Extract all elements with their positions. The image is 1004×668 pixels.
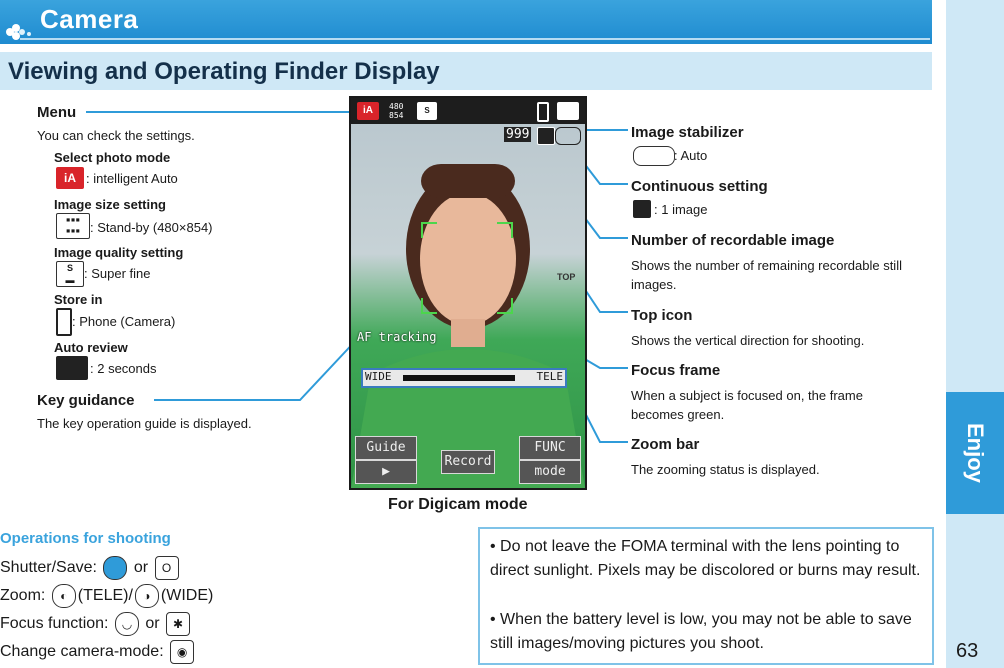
operation-label: Focus function:: [0, 615, 109, 633]
subject-portrait: [351, 164, 585, 488]
page-number: 63: [956, 640, 979, 662]
side-strip: [946, 0, 1004, 668]
focus-frame-corner: [497, 222, 513, 238]
callout-title: Top icon: [631, 307, 693, 324]
callout-desc: When a subject is focused on, the frame …: [631, 388, 863, 422]
play-softkey[interactable]: ▶: [355, 460, 417, 484]
callout-title: Number of recordable image: [631, 232, 835, 249]
operation-label: Zoom:: [0, 587, 46, 605]
note-item: • Do not leave the FOMA terminal with th…: [490, 538, 921, 579]
phone-storage-icon: [537, 102, 549, 122]
callout-title: Zoom bar: [631, 436, 700, 453]
focus-frame-corner: [497, 298, 513, 314]
camera-mode-key-icon: ◉: [170, 640, 195, 664]
image-size-indicator: 480 854: [389, 102, 404, 120]
operation-line: Focus function: ◡ or ✱: [0, 612, 192, 636]
mode-softkey[interactable]: mode: [519, 460, 581, 484]
operation-line: Change camera-mode: ◉: [0, 640, 196, 664]
focus-key-icon: ◡: [114, 612, 139, 636]
auto-review-icon: [557, 102, 579, 120]
zoom-wide-label: WIDE: [365, 370, 392, 383]
top-icon: TOP: [557, 272, 576, 282]
record-softkey[interactable]: Record: [441, 450, 495, 474]
callout-desc: : Auto: [674, 148, 708, 163]
camera-key-icon: O: [154, 556, 179, 580]
super-fine-icon: S: [417, 102, 437, 120]
image-stabilizer-icon: [555, 127, 581, 145]
callout-desc: The zooming status is displayed.: [631, 462, 820, 477]
operation-mid: (TELE)/: [77, 587, 133, 605]
operation-line: Shutter/Save: or O: [0, 556, 181, 580]
status-bar: [351, 98, 585, 124]
operation-mid: or: [140, 615, 165, 633]
focus-frame-corner: [421, 222, 437, 238]
note-item: • When the battery level is low, you may…: [490, 611, 912, 652]
callout-desc: : 1 image: [654, 202, 708, 217]
guide-softkey[interactable]: Guide: [355, 436, 417, 460]
callout-title: Continuous setting: [631, 178, 768, 195]
callout-title: Image stabilizer: [631, 124, 744, 141]
operation-line: Zoom: ◐ (TELE)/◑ (WIDE): [0, 584, 213, 608]
zoom-bar: WIDE TELE: [361, 368, 567, 388]
operations-title: Operations for shooting: [0, 530, 171, 547]
operation-mid: or: [129, 559, 153, 577]
enter-key-icon: [103, 556, 128, 580]
operation-label: Shutter/Save:: [0, 559, 97, 577]
zoom-wide-key-icon: ◑: [134, 584, 159, 608]
callout-desc: Shows the vertical direction for shootin…: [631, 333, 865, 348]
zoom-tele-key-icon: ◐: [51, 584, 76, 608]
recordable-count: 999: [504, 127, 532, 142]
star-key-icon: ✱: [166, 612, 191, 636]
func-softkey[interactable]: FUNC: [519, 436, 581, 460]
callout-desc: Shows the number of remaining recordable…: [631, 258, 902, 292]
operation-label: Change camera-mode:: [0, 643, 164, 661]
callout-title: Focus frame: [631, 362, 721, 379]
zoom-tele-label: TELE: [536, 370, 564, 383]
zoom-track: [403, 375, 515, 381]
side-tab-label: Enjoy: [963, 423, 988, 483]
ia-mode-icon: iA: [357, 102, 379, 120]
af-tracking-label: AF tracking: [357, 330, 437, 344]
screen-caption: For Digicam mode: [388, 496, 528, 513]
image-stabilizer-icon: [633, 146, 675, 166]
focus-frame-corner: [421, 298, 437, 314]
continuous-shot-icon: [537, 127, 555, 145]
finder-display: iA 480 854 S 999 TOP AF tracking WIDE TE…: [349, 96, 587, 490]
operation-tail: (WIDE): [160, 587, 214, 605]
continuous-shot-icon: [633, 200, 651, 218]
